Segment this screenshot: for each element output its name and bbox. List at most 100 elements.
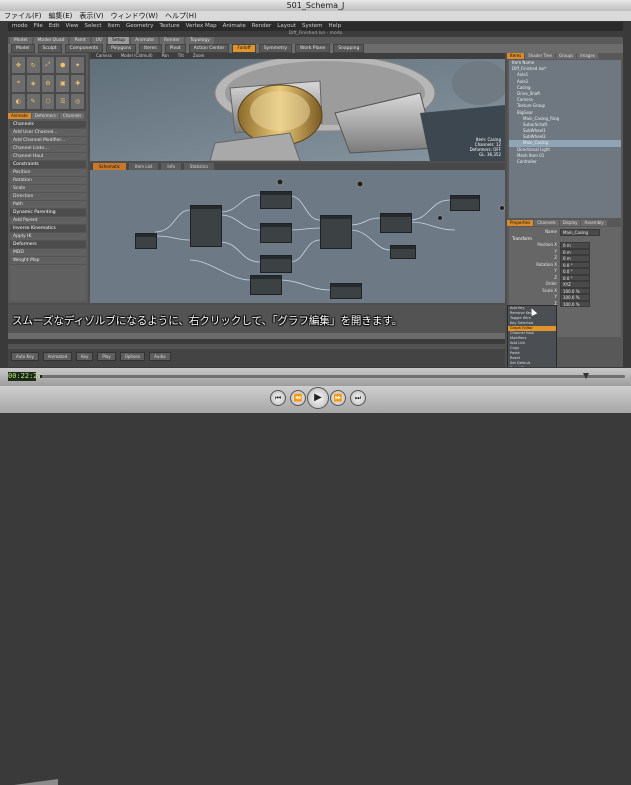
scrub-bar[interactable]	[40, 375, 625, 378]
schematic-tab[interactable]: Schematic	[93, 163, 126, 170]
anim-control-button[interactable]: Key	[76, 352, 94, 361]
app-menu-item[interactable]: Render	[252, 22, 272, 31]
anim-control-button[interactable]: Auto Key	[11, 352, 39, 361]
left-list-item[interactable]: MDD	[10, 249, 86, 257]
items-tab[interactable]: Groups	[555, 53, 577, 59]
mode-tab[interactable]: Model	[10, 37, 32, 44]
3d-viewport[interactable]: Camera Model (Catmull) Pan Tilt Zoom Item: C…	[90, 53, 505, 161]
tool-icon[interactable]: ✚	[71, 75, 84, 92]
anim-control-button[interactable]: Audio	[149, 352, 171, 361]
left-list-item[interactable]: Rotation	[10, 177, 86, 185]
schematic-node[interactable]	[450, 195, 480, 211]
tool-icon[interactable]: ⬢	[56, 57, 70, 74]
os-menu-item[interactable]: ヘルプ(H)	[165, 11, 197, 21]
mode-tab[interactable]: Setup	[107, 37, 130, 44]
left-list-item[interactable]: Scale	[10, 185, 86, 193]
schematic-node[interactable]	[330, 283, 362, 299]
tool-icon[interactable]: ✦	[71, 57, 84, 74]
schematic-tab[interactable]: Info	[161, 163, 181, 170]
app-menu-item[interactable]: File	[34, 22, 43, 31]
schematic-node[interactable]	[135, 233, 157, 249]
tool-icon[interactable]: ↻	[26, 57, 40, 74]
app-menu-item[interactable]: Edit	[49, 22, 60, 31]
left-list-item[interactable]: Direction	[10, 193, 86, 201]
schematic-node[interactable]	[260, 223, 292, 243]
os-menu-item[interactable]: ウィンドウ(W)	[111, 11, 158, 21]
properties-tab[interactable]: Assembly	[581, 220, 607, 226]
properties-tab[interactable]: Display	[559, 220, 581, 226]
left-tab[interactable]: Deformers	[31, 113, 59, 119]
tool-icon[interactable]: ⚙	[41, 75, 55, 92]
toolbar-button[interactable]: Action Center	[188, 44, 230, 53]
mode-tab[interactable]: Render	[159, 37, 184, 44]
viewport-tab[interactable]: Zoom	[190, 53, 208, 59]
app-menu-item[interactable]: Layout	[277, 22, 296, 31]
toolbar-button[interactable]: Work Plane	[295, 44, 331, 53]
volume-slider[interactable]	[14, 779, 58, 785]
schematic-node[interactable]	[260, 191, 292, 209]
app-menu-item[interactable]: Animate	[223, 22, 246, 31]
left-list-item[interactable]: Add Parent	[10, 217, 86, 225]
os-menu-item[interactable]: 表示(V)	[79, 11, 103, 21]
skip-back-button[interactable]: ⏮	[270, 390, 286, 406]
toolbar-button[interactable]: Items	[139, 44, 162, 53]
tool-icon[interactable]: ⬡	[41, 93, 55, 109]
left-list-item[interactable]: Add User Channel...	[10, 129, 86, 137]
toolbar-button[interactable]: Components	[64, 44, 104, 53]
viewport-tab[interactable]: Tilt	[175, 53, 187, 59]
items-tab[interactable]: Items	[507, 53, 525, 59]
schematic-tab[interactable]: Statistics	[183, 163, 215, 170]
tool-icon[interactable]: ◈	[26, 75, 40, 92]
left-list-item[interactable]: Position	[10, 169, 86, 177]
left-tab[interactable]: Channels	[59, 113, 85, 119]
viewport-tab[interactable]: Model (Catmull)	[118, 53, 156, 59]
toolbar-button[interactable]: Sculpt	[37, 44, 62, 53]
property-value[interactable]: 100.0 %	[560, 300, 590, 307]
items-tab[interactable]: Images	[577, 53, 598, 59]
app-menu-item[interactable]: Item	[108, 22, 121, 31]
properties-tab[interactable]: Properties	[507, 220, 534, 226]
toolbar-button[interactable]: Pivot	[164, 44, 186, 53]
anim-control-button[interactable]: Animated	[42, 352, 73, 361]
app-menu-item[interactable]: System	[302, 22, 323, 31]
scrub-knob[interactable]	[583, 373, 589, 379]
schematic-view[interactable]: Schematic Item List Info Statistics	[90, 163, 505, 303]
app-menu-item[interactable]: Vertex Map	[186, 22, 217, 31]
viewport-tab[interactable]: Camera	[93, 53, 115, 59]
toolbar-button[interactable]: Symmetry	[258, 44, 293, 53]
item-list-row[interactable]: Controller	[509, 159, 621, 165]
app-menu-item[interactable]: Select	[85, 22, 102, 31]
schematic-node[interactable]	[190, 205, 222, 247]
play-button[interactable]: ▶	[307, 387, 329, 409]
app-menu-item[interactable]: Geometry	[126, 22, 153, 31]
tool-icon[interactable]: ▣	[56, 75, 70, 92]
tool-icon[interactable]: ⤢	[41, 57, 55, 74]
tool-icon[interactable]: ✎	[26, 93, 40, 109]
mode-tab[interactable]: Model Quad	[33, 37, 69, 44]
schematic-node[interactable]	[250, 275, 282, 295]
anim-control-button[interactable]: Play	[97, 352, 116, 361]
schematic-tab[interactable]: Item List	[128, 163, 159, 170]
left-list-item[interactable]: Channel Haul	[10, 153, 86, 161]
toolbar-button[interactable]: Snapping	[333, 44, 365, 53]
left-list-item[interactable]: Path	[10, 201, 86, 209]
tool-icon[interactable]: ✥	[12, 57, 25, 74]
viewport-tab[interactable]: Pan	[159, 53, 172, 59]
app-menu-item[interactable]: View	[65, 22, 78, 31]
tool-icon[interactable]: ◎	[71, 93, 84, 109]
left-list-item[interactable]: Add Channel Modifier...	[10, 137, 86, 145]
os-menu-item[interactable]: 編集(E)	[49, 11, 73, 21]
os-menu-item[interactable]: ファイル(F)	[4, 11, 42, 21]
toolbar-button[interactable]: Model	[11, 44, 35, 53]
mode-tab[interactable]: Animate	[131, 37, 158, 44]
toolbar-button[interactable]: Polygons	[106, 44, 137, 53]
schematic-node[interactable]	[320, 215, 352, 249]
context-menu-item[interactable]: Reset Zero	[508, 366, 556, 367]
schematic-node[interactable]	[260, 255, 292, 273]
items-tab[interactable]: Shader Tree	[525, 53, 555, 59]
left-list-item[interactable]: Apply IK	[10, 233, 86, 241]
fast-forward-button[interactable]: ⏩	[330, 390, 346, 406]
schematic-node[interactable]	[390, 245, 416, 259]
app-menu-item[interactable]: Help	[329, 22, 342, 31]
properties-tab[interactable]: Channels	[534, 220, 559, 226]
